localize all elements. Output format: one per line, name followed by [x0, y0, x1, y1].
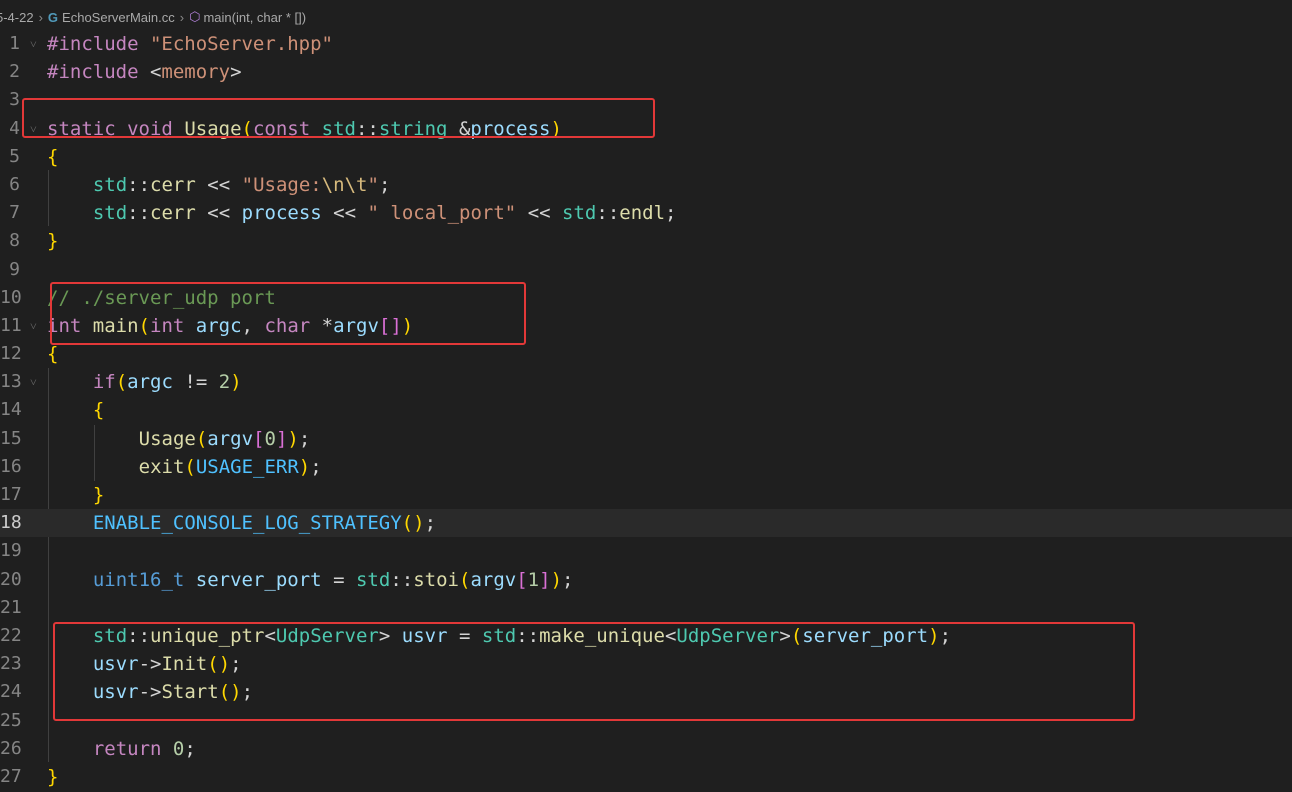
line-number: 1 — [9, 33, 20, 54]
line-number: 25 — [0, 709, 22, 731]
line-number: 22 — [0, 624, 22, 646]
code-text: if(argc != 2) — [92, 371, 242, 394]
code-line[interactable]: 20 uint16_t server_port = std::stoi(argv… — [0, 566, 1292, 594]
line-number: 15 — [0, 427, 22, 449]
code-line[interactable]: 15 Usage(argv[0]); — [0, 425, 1292, 453]
code-line[interactable]: 7 std::cerr << process << " local_port" … — [0, 199, 1292, 227]
highlight-box-main-signature — [50, 282, 526, 345]
code-text: #include <memory> — [47, 61, 242, 84]
line-number: 17 — [0, 484, 22, 505]
chevron-right-icon: › — [179, 9, 185, 25]
code-text: { — [47, 145, 59, 168]
code-text: ENABLE_CONSOLE_LOG_STRATEGY(); — [92, 512, 437, 535]
breadcrumb-symbol[interactable]: main(int, char * []) — [203, 10, 306, 25]
highlight-box-usage-signature — [22, 98, 655, 138]
line-number: 4 — [9, 117, 20, 139]
cpp-file-icon: G — [47, 9, 59, 25]
fold-chevron-icon[interactable]: ˅ — [30, 312, 37, 340]
line-number: 19 — [0, 540, 22, 562]
code-text: } — [47, 230, 59, 253]
line-number: 27 — [0, 765, 22, 787]
code-line[interactable]: 14 { — [0, 396, 1292, 424]
code-line[interactable]: 19 — [0, 537, 1292, 565]
breadcrumb: 5-4-22 › G EchoServerMain.cc › ⬡ main(in… — [0, 0, 1292, 34]
code-line[interactable]: 16 exit(USAGE_ERR); — [0, 453, 1292, 481]
line-number: 16 — [0, 455, 22, 477]
breadcrumb-file[interactable]: EchoServerMain.cc — [62, 10, 175, 25]
code-line[interactable]: 8} — [0, 227, 1292, 255]
code-line[interactable]: 26 return 0; — [0, 735, 1292, 763]
chevron-right-icon: › — [38, 9, 43, 25]
code-text: std::cerr << "Usage:\n\t"; — [92, 173, 391, 196]
line-number: 21 — [0, 596, 22, 618]
line-number: 3 — [9, 89, 20, 111]
line-number: 12 — [0, 343, 22, 365]
code-line[interactable]: 1 ˅ #include "EchoServer.hpp" — [0, 30, 1292, 58]
code-text: } — [92, 484, 105, 506]
code-text: exit(USAGE_ERR); — [138, 455, 322, 478]
line-number: 20 — [0, 568, 22, 590]
line-number: 9 — [9, 258, 20, 280]
code-text: uint16_t server_port = std::stoi(argv[1]… — [92, 568, 574, 591]
code-line[interactable]: 18 ENABLE_CONSOLE_LOG_STRATEGY(); — [0, 509, 1292, 538]
code-line[interactable]: 6 std::cerr << "Usage:\n\t"; — [0, 171, 1292, 199]
code-line[interactable]: 9 — [0, 256, 1292, 284]
line-number: 13 — [0, 371, 22, 393]
line-number: 14 — [0, 399, 22, 421]
line-number: 26 — [0, 737, 22, 759]
line-number: 18 — [0, 512, 22, 534]
line-number: 6 — [9, 173, 20, 195]
code-text: #include "EchoServer.hpp" — [47, 33, 333, 55]
code-text: { — [92, 399, 105, 422]
line-number: 5 — [9, 145, 20, 167]
line-number: 7 — [9, 202, 20, 224]
line-number: 23 — [0, 653, 22, 675]
fold-chevron-icon[interactable]: ˅ — [30, 30, 37, 58]
fold-chevron-icon[interactable]: ˅ — [30, 368, 37, 396]
code-line[interactable]: 17 } — [0, 481, 1292, 509]
breadcrumb-folder[interactable]: 5-4-22 — [0, 10, 34, 25]
line-number: 10 — [0, 286, 22, 308]
code-text: Usage(argv[0]); — [138, 427, 311, 450]
method-symbol-icon: ⬡ — [189, 9, 201, 24]
code-line[interactable]: 13 ˅ if(argc != 2) — [0, 368, 1292, 396]
code-line[interactable]: 27} — [0, 763, 1292, 791]
line-number: 24 — [0, 681, 22, 703]
highlight-box-server-calls — [53, 622, 1135, 721]
line-number: 8 — [9, 230, 20, 252]
code-line[interactable]: 21 — [0, 594, 1292, 622]
code-line[interactable]: 2 #include <memory> — [0, 58, 1292, 86]
code-text: std::cerr << process << " local_port" <<… — [92, 202, 677, 225]
code-line[interactable]: 5{ — [0, 143, 1292, 171]
line-number: 2 — [9, 61, 20, 83]
code-text: return 0; — [92, 737, 196, 760]
line-number: 11 — [0, 314, 22, 336]
code-text: } — [47, 765, 59, 788]
